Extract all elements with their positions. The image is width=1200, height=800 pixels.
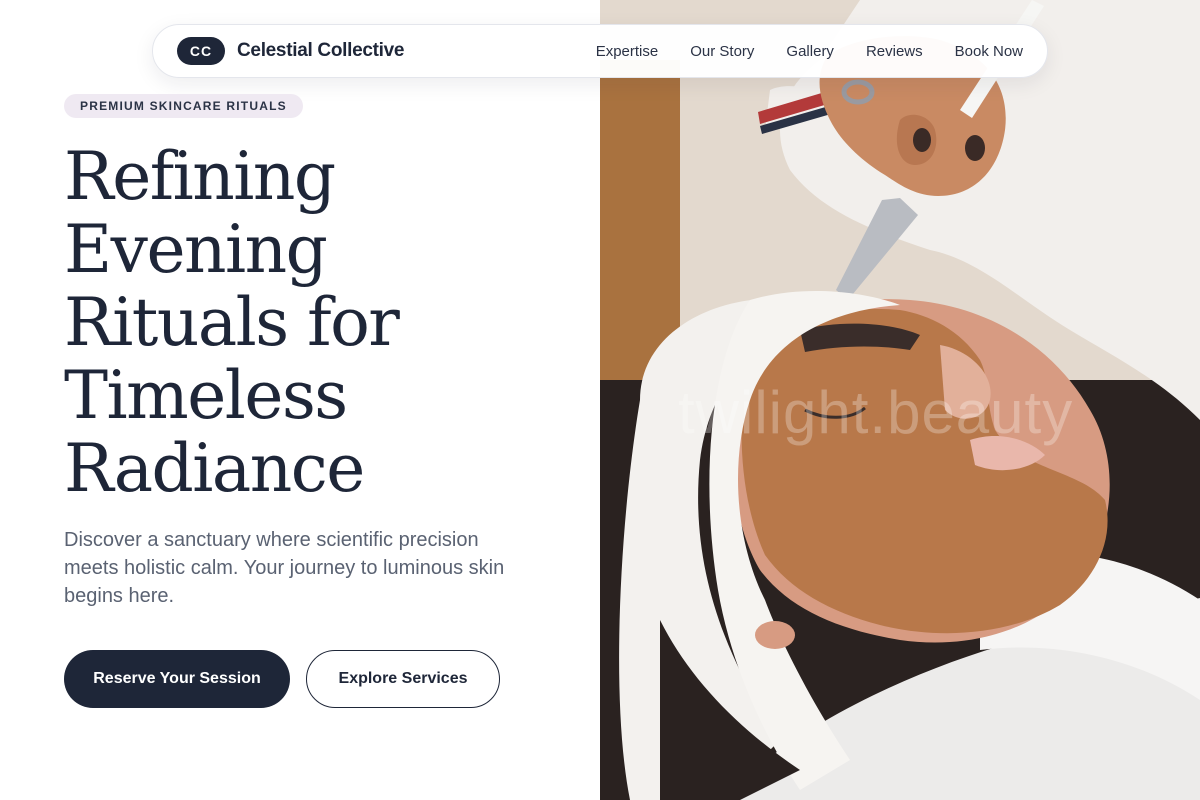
hero-subtext: Discover a sanctuary where scientific pr… bbox=[64, 529, 505, 607]
headline-line: Rituals for bbox=[64, 284, 400, 361]
headline-line: Evening bbox=[64, 211, 328, 288]
photo-watermark: twilight.beauty bbox=[678, 379, 1074, 446]
category-badge: PREMIUM SKINCARE RITUALS bbox=[64, 94, 303, 118]
hero-photo: twilight.beauty bbox=[600, 0, 1200, 800]
brand[interactable]: CC Celestial Collective bbox=[177, 37, 405, 65]
top-navbar: CC Celestial Collective Expertise Our St… bbox=[152, 24, 1048, 78]
brand-name: Celestial Collective bbox=[237, 40, 405, 61]
hero-headline: Refining Evening Rituals for Timeless Ra… bbox=[64, 140, 584, 505]
nav-link-expertise[interactable]: Expertise bbox=[580, 43, 675, 60]
headline-line: Refining bbox=[64, 138, 336, 215]
headline-line: Radiance bbox=[64, 430, 365, 507]
nav-link-gallery[interactable]: Gallery bbox=[770, 43, 850, 60]
headline-line: Timeless bbox=[64, 357, 348, 434]
explore-services-button[interactable]: Explore Services bbox=[306, 650, 500, 708]
page: twilight.beauty CC Celestial Collective … bbox=[0, 0, 1200, 800]
nav-links: Expertise Our Story Gallery Reviews Book… bbox=[580, 43, 1023, 60]
reserve-session-button[interactable]: Reserve Your Session bbox=[64, 650, 290, 708]
nav-link-reviews[interactable]: Reviews bbox=[850, 43, 939, 60]
nav-link-book-now[interactable]: Book Now bbox=[939, 43, 1023, 60]
brand-logo: CC bbox=[177, 37, 225, 65]
nav-link-our-story[interactable]: Our Story bbox=[674, 43, 770, 60]
